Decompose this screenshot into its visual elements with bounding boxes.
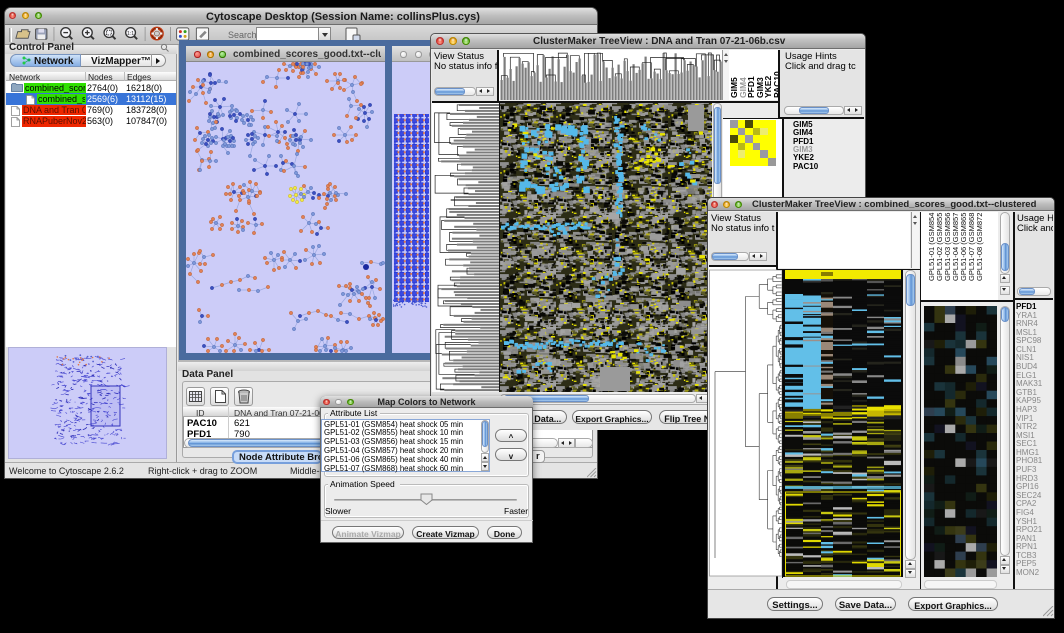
svg-text:1:1: 1:1 (127, 31, 134, 37)
